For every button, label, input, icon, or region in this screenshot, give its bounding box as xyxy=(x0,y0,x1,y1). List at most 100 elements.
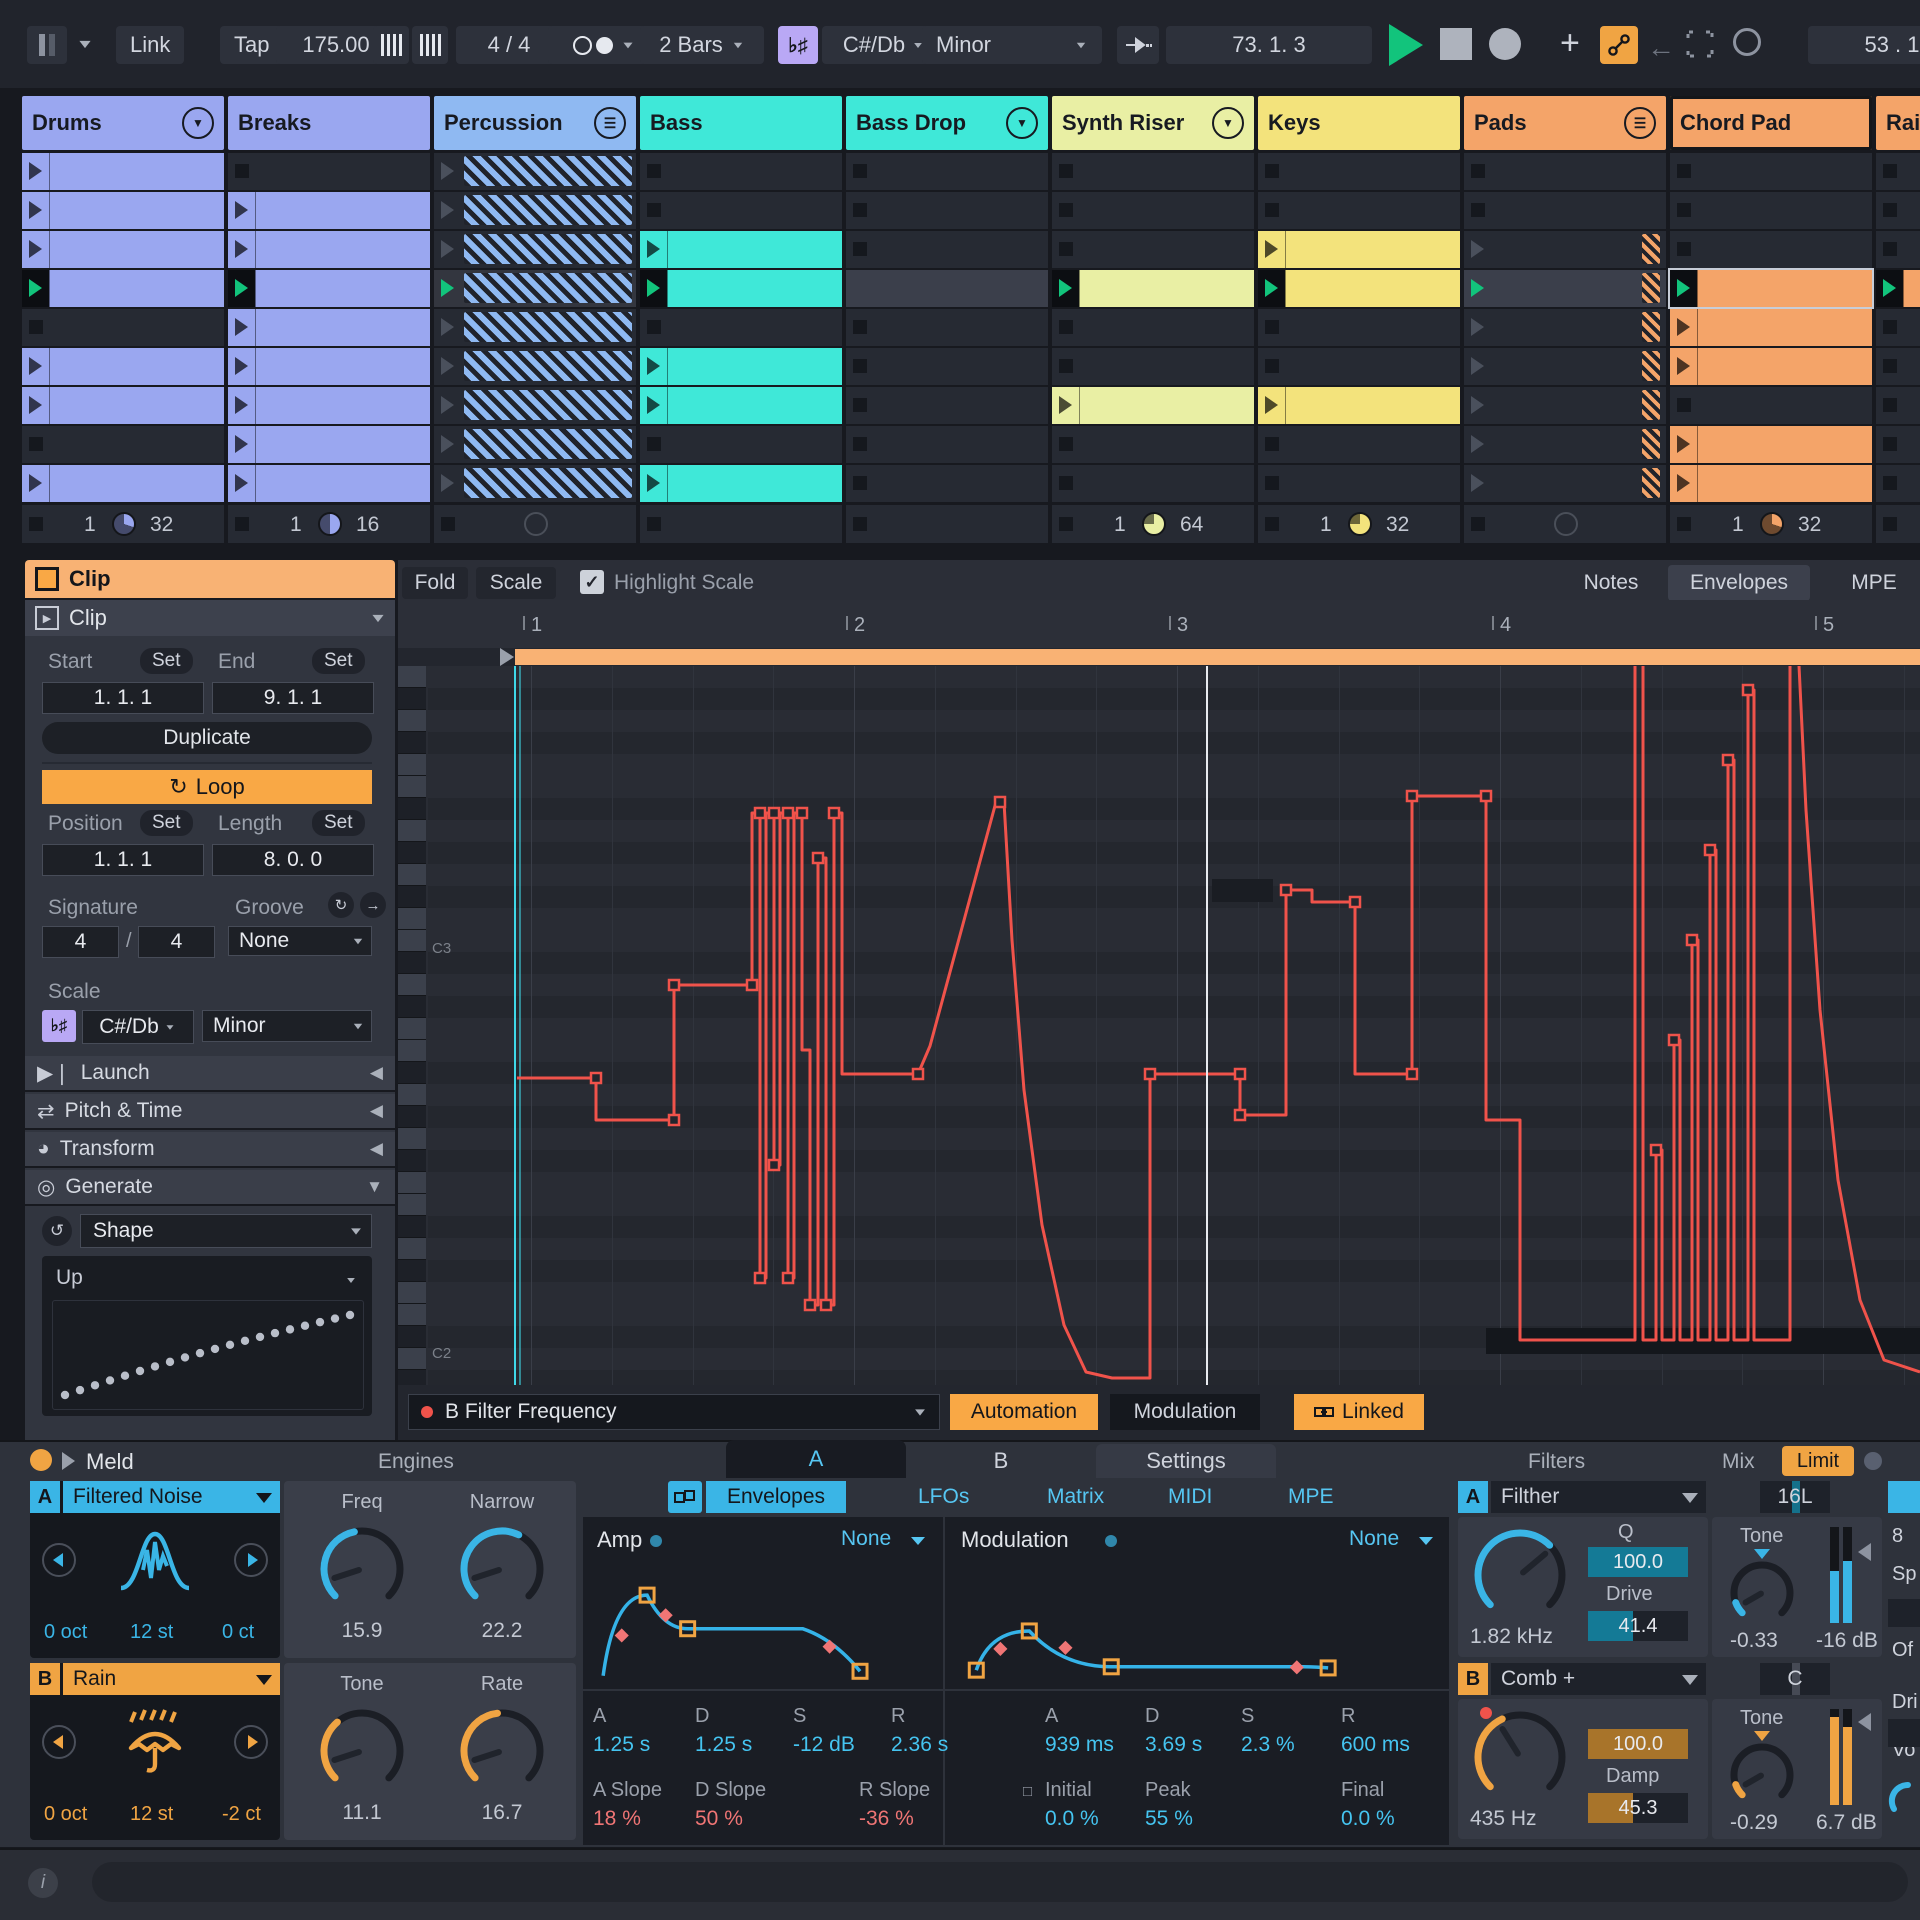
loop-toggle[interactable]: ↻Loop xyxy=(42,770,372,804)
track-fold-icon[interactable]: ▼ xyxy=(182,107,214,139)
clip-slot[interactable] xyxy=(1876,465,1920,502)
tab-matrix[interactable]: Matrix xyxy=(1047,1481,1104,1513)
clip-slot[interactable] xyxy=(1258,387,1460,424)
track-stop-button[interactable] xyxy=(1883,517,1897,531)
clip-slot[interactable] xyxy=(1258,348,1460,385)
clip-launch-button[interactable] xyxy=(1464,426,1491,463)
track-header-keys[interactable]: Keys xyxy=(1258,96,1460,150)
beat-ruler[interactable]: 12345 xyxy=(398,600,1920,649)
device-fold-icon[interactable] xyxy=(62,1452,75,1470)
prev-engine-icon[interactable] xyxy=(42,1725,76,1759)
clip-launch-button[interactable] xyxy=(228,348,255,385)
clip-slot[interactable] xyxy=(640,387,842,424)
clip-section-header[interactable]: ▶ Clip xyxy=(25,600,395,636)
clip-slot[interactable] xyxy=(1464,192,1666,229)
session-record-button[interactable] xyxy=(1733,28,1761,56)
tab-settings[interactable]: Settings xyxy=(1096,1444,1276,1478)
track-status-row[interactable] xyxy=(846,505,1048,543)
clip-slot[interactable] xyxy=(434,231,636,268)
edge-field[interactable] xyxy=(1888,1599,1920,1627)
clip-launch-button[interactable] xyxy=(22,348,49,385)
octave-value[interactable]: 0 oct xyxy=(44,1621,87,1644)
track-header-rain[interactable]: Rain xyxy=(1876,96,1920,150)
shape-refresh-icon[interactable]: ↺ xyxy=(42,1216,72,1246)
clip-slot[interactable] xyxy=(434,309,636,346)
track-header-chord-pad[interactable]: Chord Pad xyxy=(1670,96,1872,150)
clip-launch-button[interactable] xyxy=(1464,270,1491,307)
signature-denominator-field[interactable]: 4 xyxy=(138,926,215,958)
filter-param2-field[interactable]: 45.3 xyxy=(1588,1793,1688,1823)
tab-envelopes[interactable]: Envelopes xyxy=(1668,565,1810,601)
tab-mpe-meld[interactable]: MPE xyxy=(1288,1481,1334,1513)
clip-slot[interactable] xyxy=(1258,426,1460,463)
amp-slope-value[interactable]: 18 % xyxy=(593,1807,641,1831)
clip-launch-button[interactable] xyxy=(22,465,49,502)
clip-launch-button[interactable] xyxy=(434,192,461,229)
clip-slot[interactable] xyxy=(22,153,224,190)
record-button[interactable] xyxy=(1489,28,1521,60)
tone-value[interactable]: -0.33 xyxy=(1730,1629,1778,1653)
tone-value[interactable]: -0.29 xyxy=(1730,1811,1778,1835)
signature-numerator-field[interactable]: 4 xyxy=(42,926,119,958)
clip-launch-button[interactable] xyxy=(228,426,255,463)
clip-slot[interactable] xyxy=(640,426,842,463)
clip-slot[interactable] xyxy=(434,348,636,385)
mod-source-menu[interactable]: None xyxy=(841,1527,891,1551)
edge-field-2[interactable] xyxy=(1888,1719,1920,1747)
envelope-link-toggle[interactable] xyxy=(668,1481,702,1513)
clip-launch-button[interactable] xyxy=(1670,270,1697,307)
nudge-up-icon[interactable] xyxy=(412,26,448,64)
filter-a-freq-knob[interactable] xyxy=(1474,1529,1566,1621)
track-stop-button[interactable] xyxy=(1677,517,1691,531)
clip-slot[interactable] xyxy=(846,426,1048,463)
clip-slot[interactable] xyxy=(640,231,842,268)
octave-value[interactable]: 0 oct xyxy=(44,1803,87,1826)
mod-extra-value[interactable]: 0.0 % xyxy=(1045,1807,1099,1831)
start-set-button[interactable]: Set xyxy=(140,648,193,674)
track-stop-button[interactable] xyxy=(853,517,867,531)
clip-slot[interactable] xyxy=(434,465,636,502)
track-header-pads[interactable]: Pads☰ xyxy=(1464,96,1666,150)
info-icon[interactable]: i xyxy=(28,1868,58,1898)
next-engine-icon[interactable] xyxy=(234,1725,268,1759)
track-menu-icon[interactable]: ☰ xyxy=(1624,107,1656,139)
filter-param1-field[interactable]: 100.0 xyxy=(1588,1547,1688,1577)
clip-slot[interactable] xyxy=(1258,231,1460,268)
clip-launch-button[interactable] xyxy=(1464,309,1491,346)
clip-slot[interactable] xyxy=(228,465,430,502)
limit-toggle[interactable]: Limit xyxy=(1782,1446,1854,1476)
clip-slot[interactable] xyxy=(1876,270,1920,307)
track-status-row[interactable]: 132 xyxy=(1670,505,1872,543)
clip-slot[interactable] xyxy=(1464,348,1666,385)
groove-menu[interactable]: None xyxy=(228,926,372,956)
tab-mpe[interactable]: MPE xyxy=(1846,565,1902,601)
track-status-row[interactable]: 116 xyxy=(228,505,430,543)
clip-start-field[interactable]: 1. 1. 1 xyxy=(42,682,204,714)
clip-slot[interactable] xyxy=(1670,426,1872,463)
clip-slot[interactable] xyxy=(1876,231,1920,268)
filter-b-type-menu[interactable]: Comb + xyxy=(1491,1663,1706,1695)
track-header-bass[interactable]: Bass xyxy=(640,96,842,150)
mod-adsr-value[interactable]: 3.69 s xyxy=(1145,1733,1202,1757)
re-enable-automation-icon[interactable]: ← xyxy=(1647,32,1675,64)
device-title[interactable]: Meld xyxy=(86,1449,134,1475)
clip-slot[interactable] xyxy=(1258,270,1460,307)
track-status-row[interactable]: 132 xyxy=(22,505,224,543)
tab-engine-b[interactable]: B xyxy=(916,1444,1086,1478)
tab-lfos[interactable]: LFOs xyxy=(918,1481,969,1513)
clip-slot[interactable] xyxy=(1670,192,1872,229)
clip-slot[interactable] xyxy=(846,192,1048,229)
freq-knob[interactable] xyxy=(320,1527,404,1611)
track-header-percussion[interactable]: Percussion☰ xyxy=(434,96,636,150)
filter-b-freq-knob[interactable] xyxy=(1474,1711,1566,1803)
clip-slot[interactable] xyxy=(228,309,430,346)
track-status-row[interactable] xyxy=(1876,505,1920,543)
track-stop-button[interactable] xyxy=(29,517,43,531)
clip-slot[interactable] xyxy=(1876,387,1920,424)
amp-slope-value[interactable]: -36 % xyxy=(859,1807,914,1831)
tone-knob[interactable] xyxy=(1730,1743,1794,1807)
clip-slot[interactable] xyxy=(22,231,224,268)
clip-slot[interactable] xyxy=(434,387,636,424)
clip-launch-button[interactable] xyxy=(1464,387,1491,424)
clip-slot[interactable] xyxy=(22,309,224,346)
